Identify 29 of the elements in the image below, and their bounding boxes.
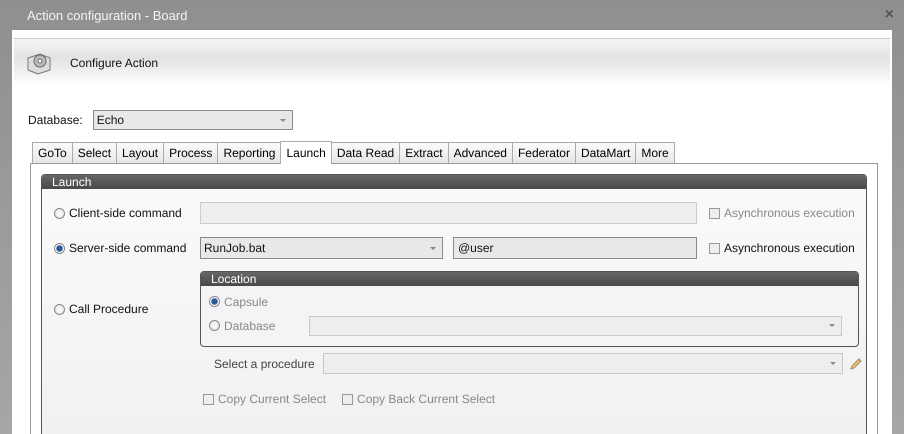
tab[interactable]: More bbox=[635, 142, 675, 163]
database-label: Database: bbox=[28, 113, 83, 127]
window-title: Action configuration - Board bbox=[27, 8, 188, 22]
database-dropdown[interactable]: Echo bbox=[92, 110, 293, 130]
tab[interactable]: Federator bbox=[512, 142, 576, 163]
tab[interactable]: GoTo bbox=[32, 142, 73, 163]
header-title: Configure Action bbox=[70, 56, 158, 70]
group-title: Location bbox=[201, 272, 858, 286]
argument-field[interactable]: @user bbox=[453, 237, 697, 259]
client-command-field[interactable] bbox=[200, 202, 697, 224]
pencil-icon[interactable] bbox=[848, 356, 863, 370]
async-checkbox[interactable]: Asynchronous execution bbox=[709, 241, 855, 255]
tab[interactable]: Data Read bbox=[330, 142, 400, 163]
tab[interactable]: Reporting bbox=[217, 142, 282, 163]
tab[interactable]: Process bbox=[163, 142, 218, 163]
group-title: Launch bbox=[42, 175, 866, 189]
call-procedure-radio[interactable]: Call Procedure bbox=[54, 302, 200, 316]
procedure-label: Select a procedure bbox=[214, 356, 315, 370]
tab[interactable]: DataMart bbox=[574, 142, 636, 163]
tab[interactable]: Extract bbox=[399, 142, 449, 163]
client-side-radio[interactable]: Client-side command bbox=[54, 206, 200, 220]
tab[interactable]: Launch bbox=[280, 141, 332, 164]
server-side-radio[interactable]: Server-side command bbox=[54, 241, 200, 255]
tab[interactable]: Layout bbox=[116, 142, 164, 163]
database-dropdown[interactable] bbox=[309, 316, 842, 336]
procedure-dropdown[interactable] bbox=[322, 353, 843, 374]
command-dropdown[interactable]: RunJob.bat bbox=[200, 237, 443, 259]
tab[interactable]: Advanced bbox=[448, 142, 513, 163]
tab[interactable]: Select bbox=[72, 142, 118, 163]
